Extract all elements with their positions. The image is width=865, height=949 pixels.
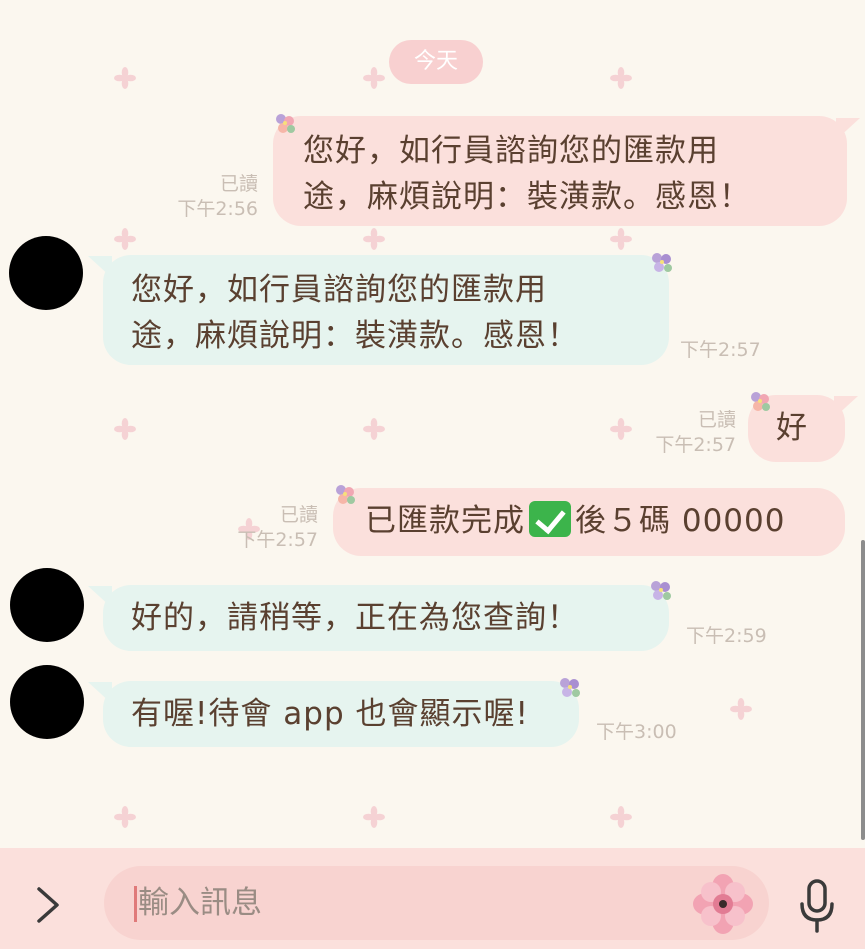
- flower-decoration-icon: [652, 253, 672, 272]
- petal-pattern-icon: [363, 67, 385, 89]
- avatar[interactable]: [9, 236, 83, 310]
- flower-sticker-icon[interactable]: [692, 873, 754, 935]
- outgoing-message-bubble[interactable]: 您好，如行員諮詢您的匯款用 途，麻煩說明：裝潢款。感恩！: [273, 116, 847, 226]
- message-time: 下午2:59: [686, 625, 767, 647]
- avatar[interactable]: [10, 665, 84, 739]
- message-text: 您好，如行員諮詢您的匯款用 途，麻煩說明：裝潢款。感恩！: [131, 272, 579, 354]
- date-divider: 今天: [389, 40, 483, 84]
- read-receipt: 已讀: [279, 504, 318, 526]
- flower-decoration-icon: [751, 392, 770, 411]
- message-input[interactable]: 輸入訊息: [104, 866, 769, 940]
- message-time: 下午2:56: [177, 198, 258, 220]
- petal-pattern-icon: [363, 418, 385, 440]
- flower-decoration-icon: [336, 485, 355, 504]
- incoming-message-bubble[interactable]: 好的，請稍等，正在為您查詢！: [103, 585, 669, 651]
- petal-pattern-icon: [363, 806, 385, 828]
- scrollbar[interactable]: [861, 540, 865, 840]
- message-text: 您好，如行員諮詢您的匯款用 途，麻煩說明：裝潢款。感恩！: [303, 133, 751, 215]
- message-meta: 已讀 下午2:57: [628, 408, 736, 458]
- petal-pattern-icon: [610, 806, 632, 828]
- petal-pattern-icon: [114, 67, 136, 89]
- message-text-part: 已匯款完成: [365, 503, 525, 539]
- incoming-message-bubble[interactable]: 您好，如行員諮詢您的匯款用 途，麻煩說明：裝潢款。感恩！: [103, 255, 669, 365]
- message-text: 好的，請稍等，正在為您查詢！: [131, 600, 579, 636]
- message-time: 下午2:57: [680, 339, 761, 361]
- petal-pattern-icon: [730, 698, 752, 720]
- message-time: 下午3:00: [596, 721, 677, 743]
- read-receipt: 已讀: [697, 409, 736, 431]
- message-meta: 已讀 下午2:57: [210, 503, 318, 553]
- read-receipt: 已讀: [219, 173, 258, 195]
- chat-area[interactable]: 今天 已讀 下午2:56 您好，如行員諮詢您的匯款用 途，麻煩說明：裝潢款。感恩…: [0, 0, 865, 848]
- petal-pattern-icon: [363, 228, 385, 250]
- petal-pattern-icon: [114, 228, 136, 250]
- message-text: 已匯款完成 後５碼 00000: [365, 498, 845, 544]
- avatar[interactable]: [10, 568, 84, 642]
- petal-pattern-icon: [610, 228, 632, 250]
- petal-pattern-icon: [114, 806, 136, 828]
- flower-decoration-icon: [276, 114, 295, 133]
- text-cursor: [134, 886, 137, 922]
- incoming-message-bubble[interactable]: 有喔!待會 app 也會顯示喔!: [103, 681, 579, 747]
- microphone-icon[interactable]: [796, 878, 838, 934]
- flower-decoration-icon: [560, 678, 580, 697]
- check-mark-icon: [529, 501, 571, 537]
- bubble-tail: [834, 396, 858, 418]
- outgoing-message-bubble[interactable]: 已匯款完成 後５碼 00000: [333, 488, 845, 556]
- flower-decoration-icon: [651, 581, 671, 600]
- message-time: 下午2:57: [655, 434, 736, 456]
- bubble-tail: [836, 118, 860, 140]
- chevron-right-icon[interactable]: [33, 885, 63, 925]
- message-text-part: 後５碼 00000: [575, 503, 786, 539]
- petal-pattern-icon: [610, 67, 632, 89]
- message-meta: 已讀 下午2:56: [150, 172, 258, 222]
- petal-pattern-icon: [114, 418, 136, 440]
- message-time: 下午2:57: [237, 529, 318, 551]
- message-text: 有喔!待會 app 也會顯示喔!: [131, 696, 529, 732]
